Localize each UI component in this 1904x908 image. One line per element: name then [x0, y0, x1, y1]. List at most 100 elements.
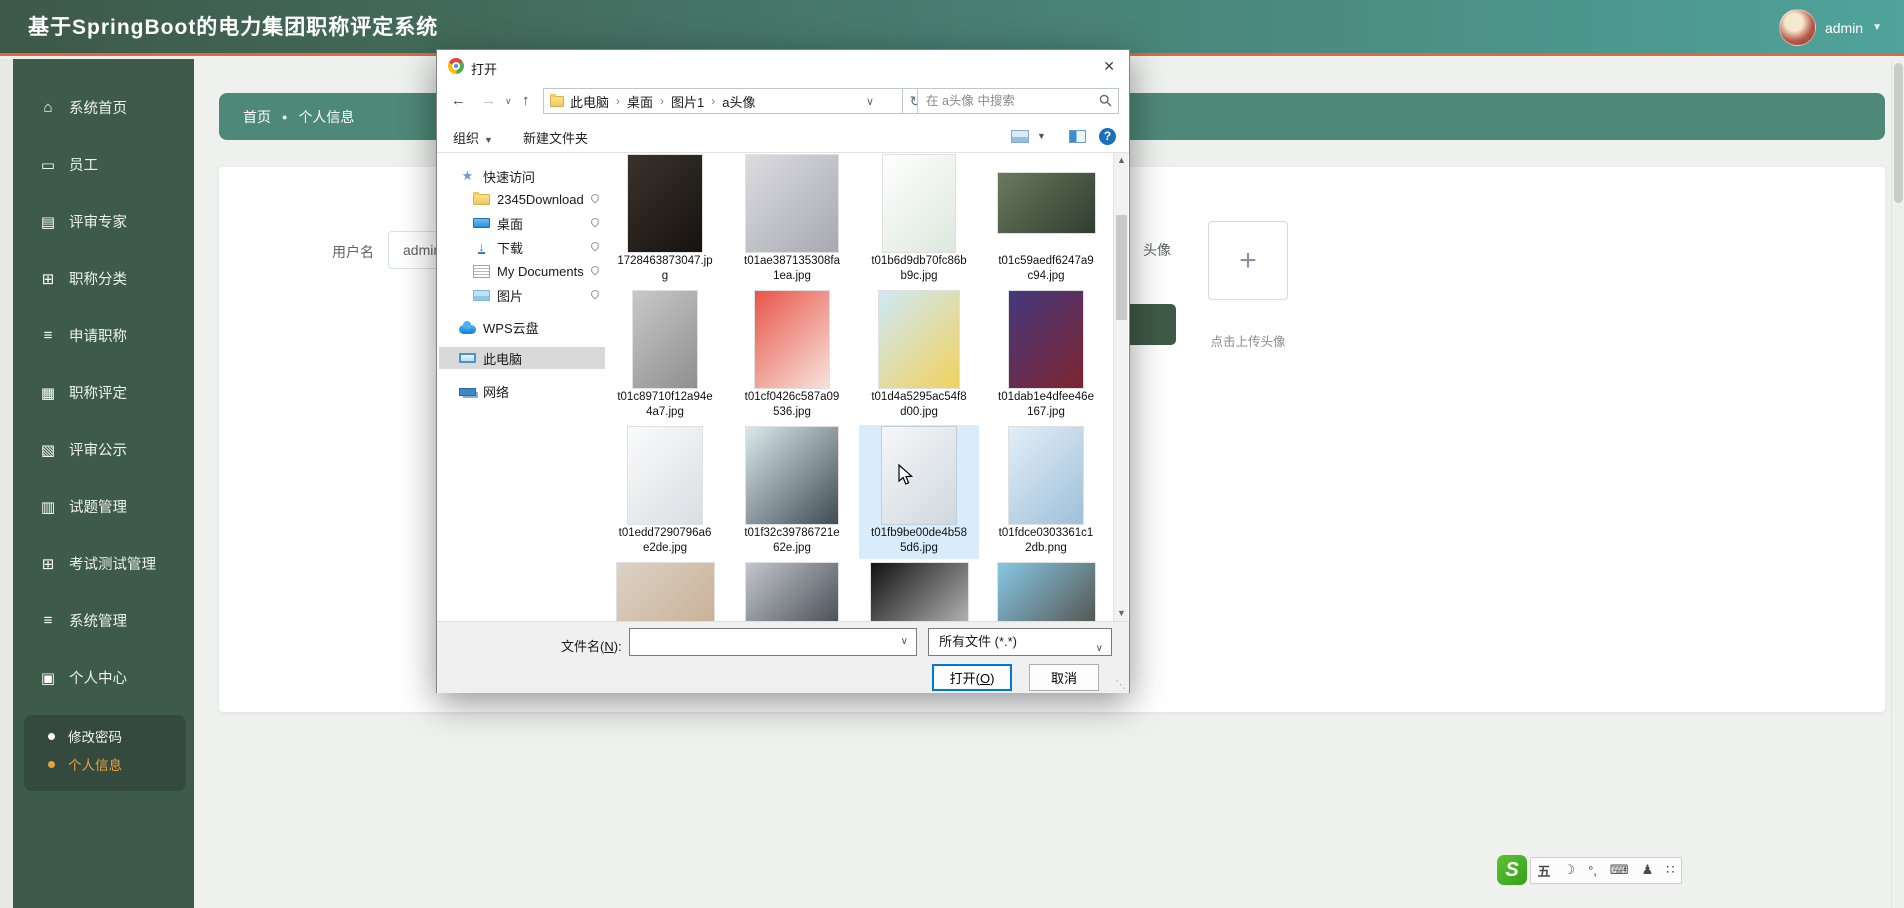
- file-item[interactable]: t01f32c39786721e62e.jpg: [732, 425, 852, 559]
- pin-icon: [589, 288, 600, 299]
- moon-icon[interactable]: ☽: [1563, 862, 1575, 878]
- sidebar-item-8[interactable]: ▥试题管理: [13, 478, 194, 535]
- nav-item-8[interactable]: 此电脑: [439, 347, 611, 369]
- path-segment[interactable]: 此电脑: [570, 92, 609, 111]
- sidebar-item-2[interactable]: ▭员工: [13, 136, 194, 193]
- nav-item-3[interactable]: 桌面: [439, 212, 611, 234]
- nav-item-4[interactable]: 下载: [439, 236, 611, 258]
- address-chevron-icon[interactable]: ∨: [866, 95, 874, 108]
- file-item[interactable]: t01b6d9db70fc86bb9c.jpg: [859, 153, 979, 287]
- file-thumbnail: [859, 425, 979, 525]
- nav-item-label: 下载: [497, 238, 523, 257]
- open-button[interactable]: 打开(O): [932, 664, 1012, 691]
- file-item[interactable]: t01edd7290796a6e2de.jpg: [605, 425, 725, 559]
- apps-icon[interactable]: ∷: [1666, 862, 1674, 878]
- filename-chevron-icon[interactable]: ∨: [901, 636, 908, 647]
- sidebar-item-11[interactable]: ▣个人中心: [13, 649, 194, 706]
- file-item[interactable]: t01dab1e4dfee46e167.jpg: [986, 289, 1106, 423]
- pin-icon: [589, 264, 600, 275]
- search-icon[interactable]: [1099, 94, 1112, 107]
- forward-icon[interactable]: →: [481, 92, 496, 109]
- up-icon[interactable]: ↑: [522, 92, 530, 109]
- dialog-scrollbar[interactable]: ▲ ▼: [1113, 153, 1128, 621]
- search-input[interactable]: [918, 89, 1096, 113]
- nav-item-7[interactable]: WPS云盘: [439, 316, 611, 338]
- sidebar-subitem-1[interactable]: 修改密码: [24, 722, 186, 750]
- file-item-partial[interactable]: [732, 561, 852, 621]
- wubi-mode-button[interactable]: 五: [1537, 861, 1550, 880]
- file-name: t01fdce0303361c12db.png: [998, 526, 1094, 556]
- ime-tray: 五 ☽ °, ⌨ ♟ ∷: [1530, 857, 1682, 884]
- breadcrumb-home[interactable]: 首页: [243, 107, 271, 127]
- file-item[interactable]: t01fb9be00de4b585d6.jpg: [859, 425, 979, 559]
- file-item[interactable]: t01cf0426c587a09536.jpg: [732, 289, 852, 423]
- person-icon[interactable]: ♟: [1642, 862, 1654, 878]
- punctuation-icon[interactable]: °,: [1588, 863, 1597, 878]
- path-segment[interactable]: 图片1: [671, 92, 704, 111]
- sidebar-subitem-2[interactable]: 个人信息: [24, 750, 186, 778]
- organize-button[interactable]: 组织▼: [453, 128, 493, 147]
- file-thumbnail: [732, 289, 852, 389]
- history-chevron-icon[interactable]: ∨: [505, 96, 512, 107]
- file-item-partial[interactable]: [986, 561, 1106, 621]
- nav-item-9[interactable]: 网络: [439, 380, 611, 402]
- sidebar-item-1[interactable]: ⌂系统首页: [13, 79, 194, 136]
- file-item[interactable]: t01fdce0303361c12db.png: [986, 425, 1106, 559]
- scroll-up-icon[interactable]: ▲: [1114, 153, 1129, 168]
- dialog-scrollbar-thumb[interactable]: [1116, 215, 1127, 320]
- dialog-titlebar[interactable]: 打开 ✕: [437, 50, 1129, 83]
- star-icon: [459, 168, 476, 184]
- path-segment[interactable]: a头像: [722, 92, 755, 111]
- file-thumbnail: [986, 425, 1106, 525]
- page-scrollbar[interactable]: [1891, 59, 1904, 908]
- file-name: t01edd7290796a6e2de.jpg: [617, 526, 713, 556]
- sidebar-item-label: 职称评定: [69, 382, 127, 403]
- path-segment[interactable]: 桌面: [627, 92, 653, 111]
- file-item-partial[interactable]: [605, 561, 725, 621]
- nav-item-2[interactable]: 2345Download: [439, 188, 611, 210]
- file-item[interactable]: t01c89710f12a94e4a7.jpg: [605, 289, 725, 423]
- sogou-logo-icon[interactable]: S: [1497, 855, 1527, 885]
- help-icon[interactable]: ?: [1099, 128, 1116, 145]
- sidebar-item-4[interactable]: ⊞职称分类: [13, 250, 194, 307]
- file-item[interactable]: 1728463873047.jpg: [605, 153, 725, 287]
- nav-item-label: 网络: [483, 382, 509, 401]
- cancel-button[interactable]: 取消: [1029, 664, 1099, 691]
- keyboard-icon[interactable]: ⌨: [1610, 862, 1629, 878]
- nav-item-label: 快速访问: [483, 167, 535, 186]
- sidebar-item-3[interactable]: ▤评审专家: [13, 193, 194, 250]
- scroll-down-icon[interactable]: ▼: [1114, 606, 1129, 621]
- sidebar-item-7[interactable]: ▧评审公示: [13, 421, 194, 478]
- file-item-partial[interactable]: [859, 561, 979, 621]
- close-icon[interactable]: ✕: [1103, 58, 1115, 75]
- sidebar-item-6[interactable]: ▦职称评定: [13, 364, 194, 421]
- avatar-upload-box[interactable]: +: [1208, 221, 1288, 300]
- view-chevron-icon[interactable]: ▼: [1037, 131, 1046, 141]
- sidebar-item-5[interactable]: ≡申请职称: [13, 307, 194, 364]
- chevron-down-icon: ▼: [1872, 22, 1882, 33]
- file-item[interactable]: t01d4a5295ac54f8d00.jpg: [859, 289, 979, 423]
- sidebar-item-9[interactable]: ⊞考试测试管理: [13, 535, 194, 592]
- file-item[interactable]: t01ae387135308fa1ea.jpg: [732, 153, 852, 287]
- nav-item-1[interactable]: 快速访问: [439, 165, 611, 187]
- resize-grip[interactable]: ⋱: [1115, 678, 1126, 691]
- sidebar-item-10[interactable]: ≡系统管理: [13, 592, 194, 649]
- user-menu[interactable]: admin ▼: [1779, 9, 1882, 46]
- bullet-icon: [48, 761, 55, 768]
- breadcrumb-current: 个人信息: [298, 107, 354, 127]
- search-box: [917, 88, 1119, 114]
- nav-item-label: 2345Download: [497, 192, 584, 207]
- nav-item-6[interactable]: 图片: [439, 284, 611, 306]
- file-item[interactable]: t01c59aedf6247a9c94.jpg: [986, 153, 1106, 287]
- nav-item-5[interactable]: My Documents: [439, 260, 611, 282]
- file-thumbnail: [859, 153, 979, 253]
- address-breadcrumb-box[interactable]: 此电脑›桌面›图片1›a头像 ∨ ↻: [543, 88, 903, 114]
- filename-input[interactable]: [631, 630, 895, 654]
- new-folder-button[interactable]: 新建文件夹: [523, 128, 588, 147]
- back-icon[interactable]: ←: [451, 92, 466, 109]
- page-scrollbar-thumb[interactable]: [1894, 63, 1903, 203]
- preview-pane-icon[interactable]: [1069, 130, 1086, 143]
- list-icon: ≡: [39, 612, 57, 629]
- thumbnail-view-icon[interactable]: [1011, 130, 1029, 143]
- filetype-dropdown[interactable]: 所有文件 (*.*) ∨: [928, 628, 1112, 656]
